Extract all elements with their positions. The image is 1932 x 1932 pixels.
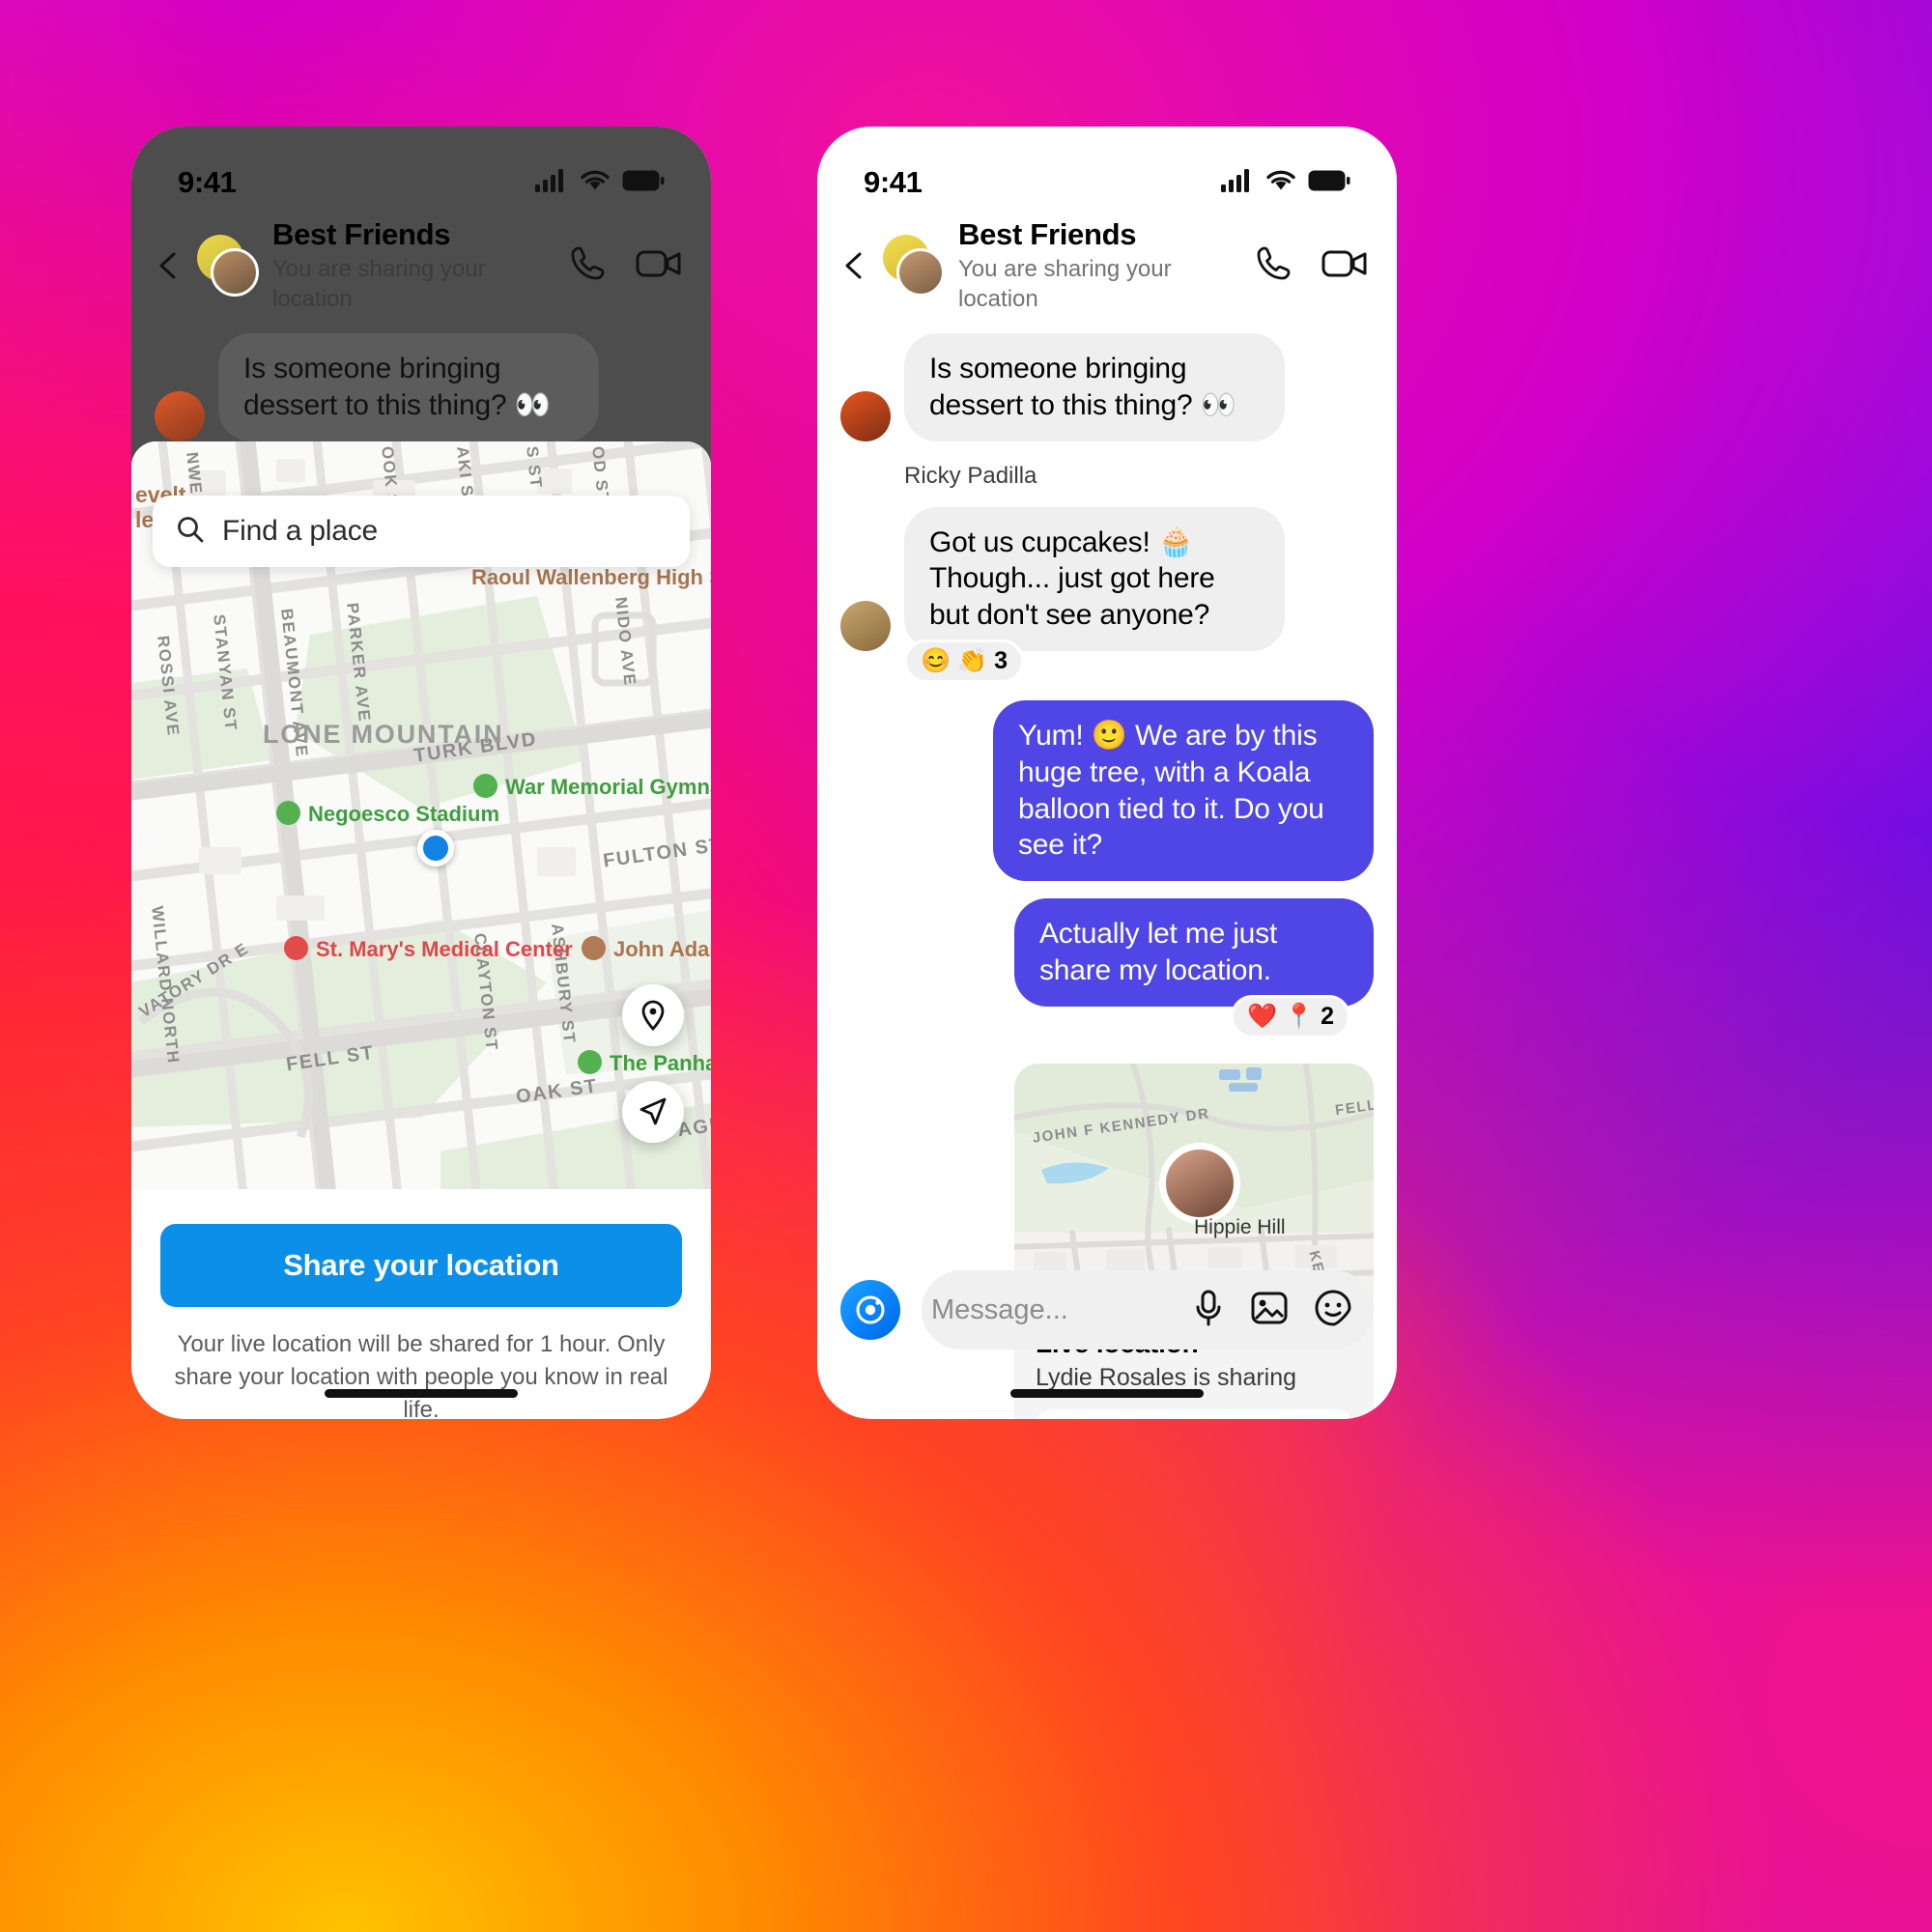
back-chevron-icon[interactable] bbox=[840, 251, 869, 280]
current-location-dot bbox=[417, 830, 454, 867]
message-row: Got us cupcakes! 🧁 Though... just got he… bbox=[840, 506, 1374, 651]
message-bubble[interactable]: Is someone bringing dessert to this thin… bbox=[218, 333, 599, 441]
avatar bbox=[155, 390, 205, 441]
map-poi-label[interactable]: Raoul Wallenberg High School bbox=[471, 565, 711, 592]
sticker-smiley-icon[interactable] bbox=[1314, 1289, 1352, 1332]
microphone-icon[interactable] bbox=[1192, 1289, 1225, 1332]
wifi-icon bbox=[1266, 169, 1295, 197]
back-chevron-icon[interactable] bbox=[155, 251, 184, 280]
map-poi-label[interactable]: The Panhandle bbox=[578, 1050, 711, 1076]
instagram-location-sharing-promo: 9:41 Best Friends You are sharing your l… bbox=[0, 0, 1932, 1932]
left-status-bar: 9:41 bbox=[131, 127, 711, 215]
message-input[interactable]: Message... bbox=[922, 1270, 1374, 1350]
battery-full-icon bbox=[1308, 169, 1350, 197]
sharing-status: You are sharing your location bbox=[272, 255, 486, 312]
status-icons bbox=[1221, 168, 1350, 197]
status-icons bbox=[535, 168, 665, 197]
header-actions bbox=[1252, 242, 1368, 290]
avatar bbox=[840, 390, 891, 441]
map-poi-label[interactable]: John Adams Center bbox=[582, 936, 711, 962]
phone-call-icon[interactable] bbox=[566, 242, 609, 290]
wifi-icon bbox=[581, 169, 610, 197]
phone-call-icon[interactable] bbox=[1252, 242, 1294, 290]
school-icon bbox=[582, 936, 606, 960]
message-row: Is someone bringing dessert to this thin… bbox=[840, 333, 1374, 441]
search-input[interactable]: Find a place bbox=[153, 496, 690, 567]
battery-full-icon bbox=[622, 169, 665, 197]
cellular-bars-icon bbox=[1221, 168, 1254, 197]
message-placeholder: Message... bbox=[931, 1293, 1068, 1325]
header-text: Best Friends You are sharing your locati… bbox=[958, 217, 1238, 314]
map-canvas[interactable]: evelt le S NWEALTH OOK ST AKI ST S ST OD… bbox=[131, 441, 711, 1189]
video-camera-icon[interactable] bbox=[1321, 246, 1368, 286]
map-poi-label[interactable]: War Memorial Gymnasium bbox=[473, 774, 711, 800]
left-chat-header: Best Friends You are sharing your locati… bbox=[131, 215, 711, 316]
share-your-location-button[interactable]: Share your location bbox=[160, 1224, 682, 1307]
camera-icon[interactable] bbox=[840, 1280, 900, 1340]
shared-location-avatar bbox=[1159, 1142, 1240, 1224]
message-composer: Message... bbox=[840, 1270, 1374, 1350]
header-text: Best Friends You are sharing your locati… bbox=[272, 217, 553, 314]
view-location-button[interactable]: View bbox=[1036, 1408, 1352, 1419]
page-title: Best Friends bbox=[272, 216, 451, 251]
message-row: Is someone bringing dessert to this thin… bbox=[155, 333, 688, 441]
group-avatars[interactable] bbox=[883, 235, 945, 297]
message-bubble[interactable]: Got us cupcakes! 🧁 Though... just got he… bbox=[904, 506, 1285, 651]
avatar bbox=[896, 248, 945, 297]
message-reactions[interactable]: 😊 👏 3 bbox=[904, 639, 1025, 683]
avatar bbox=[840, 600, 891, 651]
search-icon bbox=[176, 515, 205, 549]
left-phone-frame: 9:41 Best Friends You are sharing your l… bbox=[131, 127, 711, 1419]
message-bubble[interactable]: Actually let me just share my location. bbox=[1014, 898, 1374, 1007]
page-title: Best Friends bbox=[958, 216, 1137, 251]
search-placeholder: Find a place bbox=[222, 515, 379, 547]
header-actions bbox=[566, 242, 682, 290]
share-location-panel: Share your location Your live location w… bbox=[131, 1189, 711, 1419]
location-picker-sheet: evelt le S NWEALTH OOK ST AKI ST S ST OD… bbox=[131, 441, 711, 1419]
message-bubble[interactable]: Is someone bringing dessert to this thin… bbox=[904, 333, 1285, 441]
message-sender-name: Ricky Padilla bbox=[904, 462, 1037, 489]
status-time: 9:41 bbox=[864, 165, 923, 199]
message-row: Actually let me just share my location. bbox=[840, 898, 1374, 1007]
live-location-subtitle: Lydie Rosales is sharing bbox=[1036, 1363, 1297, 1391]
map-poi-label[interactable]: St. Mary's Medical Center bbox=[284, 936, 573, 962]
navigate-arrow-icon[interactable] bbox=[622, 1081, 684, 1143]
neighborhood-label: LONE MOUNTAIN bbox=[263, 720, 504, 749]
right-phone-frame: 9:41 Best Friends You are sharing your l… bbox=[817, 127, 1397, 1419]
message-reactions[interactable]: ❤️ 📍 2 bbox=[1230, 994, 1350, 1038]
sharing-status: You are sharing your location bbox=[958, 255, 1172, 312]
status-time: 9:41 bbox=[178, 165, 237, 199]
stadium-icon bbox=[276, 801, 300, 825]
map-poi-label[interactable]: Negoesco Stadium bbox=[276, 801, 499, 827]
map-pin-icon[interactable] bbox=[622, 984, 684, 1046]
reaction-row: 😊 👏 3 bbox=[904, 639, 1374, 683]
right-status-bar: 9:41 bbox=[817, 127, 1397, 215]
share-disclaimer: Your live location will be shared for 1 … bbox=[174, 1331, 668, 1419]
home-indicator bbox=[1010, 1389, 1204, 1398]
right-chat-header: Best Friends You are sharing your locati… bbox=[817, 215, 1397, 316]
right-message-list: Is someone bringing dessert to this thin… bbox=[817, 316, 1397, 1419]
message-row: Yum! 🙂 We are by this huge tree, with a … bbox=[840, 699, 1374, 882]
location-place-label: Hippie Hill bbox=[1194, 1215, 1286, 1238]
hospital-icon bbox=[284, 936, 308, 960]
cellular-bars-icon bbox=[535, 168, 568, 197]
home-indicator bbox=[325, 1389, 518, 1398]
group-avatars[interactable] bbox=[197, 235, 259, 297]
composer-icons bbox=[1192, 1289, 1352, 1332]
live-location-card[interactable]: JOHN F KENNEDY DR FELL S KEZAR DR Hippie… bbox=[1014, 1063, 1374, 1419]
reaction-row: ❤️ 📍 2 bbox=[840, 994, 1350, 1038]
message-bubble[interactable]: Yum! 🙂 We are by this huge tree, with a … bbox=[993, 699, 1374, 882]
video-camera-icon[interactable] bbox=[636, 246, 682, 286]
avatar bbox=[211, 248, 259, 297]
stadium-icon bbox=[473, 774, 497, 798]
park-icon bbox=[578, 1050, 602, 1074]
photo-gallery-icon[interactable] bbox=[1250, 1289, 1289, 1332]
